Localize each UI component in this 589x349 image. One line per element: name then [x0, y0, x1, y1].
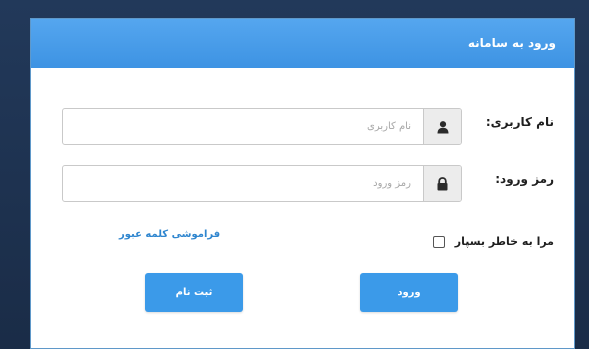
screen-background: ورود به سامانه نام کاربری: رمز ورود:: [0, 0, 589, 349]
panel-title: ورود به سامانه: [467, 36, 556, 50]
login-panel: ورود به سامانه نام کاربری: رمز ورود:: [30, 18, 575, 349]
forgot-password-link[interactable]: فراموشی کلمه عبور: [119, 229, 220, 240]
password-input-group: [62, 165, 462, 202]
username-addon: [423, 109, 461, 144]
user-icon: [437, 120, 448, 133]
register-button[interactable]: ثبت نام: [145, 273, 243, 312]
password-addon: [423, 166, 461, 201]
username-label: نام کاربری:: [485, 115, 554, 129]
username-input[interactable]: [63, 109, 423, 144]
panel-header: ورود به سامانه: [31, 19, 574, 68]
login-button[interactable]: ورود: [360, 273, 458, 312]
password-input[interactable]: [63, 166, 423, 201]
lock-icon: [437, 176, 448, 190]
remember-me-label: مرا به خاطر بسپار: [454, 235, 554, 248]
password-label: رمز ورود:: [495, 172, 554, 186]
remember-me-row: مرا به خاطر بسپار: [432, 235, 554, 248]
username-input-group: [62, 108, 462, 145]
remember-me-checkbox[interactable]: [432, 235, 445, 248]
